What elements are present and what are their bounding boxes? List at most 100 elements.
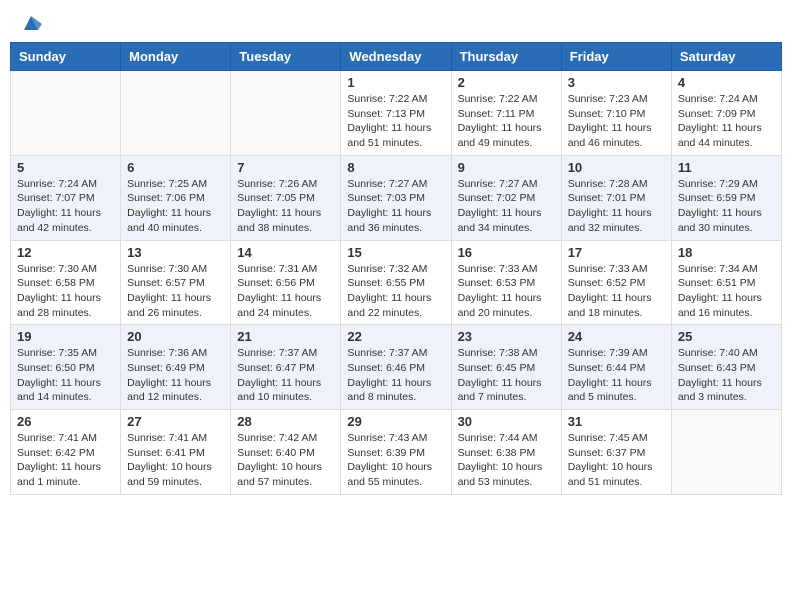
day-number: 12 bbox=[17, 245, 114, 260]
day-info: Sunrise: 7:40 AM Sunset: 6:43 PM Dayligh… bbox=[678, 346, 775, 405]
day-number: 10 bbox=[568, 160, 665, 175]
day-number: 15 bbox=[347, 245, 444, 260]
day-header-monday: Monday bbox=[121, 43, 231, 71]
day-info: Sunrise: 7:28 AM Sunset: 7:01 PM Dayligh… bbox=[568, 177, 665, 236]
day-number: 30 bbox=[458, 414, 555, 429]
calendar-cell bbox=[11, 71, 121, 156]
day-number: 28 bbox=[237, 414, 334, 429]
calendar-header-row: SundayMondayTuesdayWednesdayThursdayFrid… bbox=[11, 43, 782, 71]
calendar-cell bbox=[231, 71, 341, 156]
day-number: 25 bbox=[678, 329, 775, 344]
calendar-cell: 19 Sunrise: 7:35 AM Sunset: 6:50 PM Dayli… bbox=[11, 325, 121, 410]
day-header-tuesday: Tuesday bbox=[231, 43, 341, 71]
day-info: Sunrise: 7:24 AM Sunset: 7:07 PM Dayligh… bbox=[17, 177, 114, 236]
day-number: 6 bbox=[127, 160, 224, 175]
calendar-cell: 23 Sunrise: 7:38 AM Sunset: 6:45 PM Dayli… bbox=[451, 325, 561, 410]
day-number: 7 bbox=[237, 160, 334, 175]
calendar-cell bbox=[671, 410, 781, 495]
day-info: Sunrise: 7:44 AM Sunset: 6:38 PM Dayligh… bbox=[458, 431, 555, 490]
day-header-thursday: Thursday bbox=[451, 43, 561, 71]
day-info: Sunrise: 7:41 AM Sunset: 6:41 PM Dayligh… bbox=[127, 431, 224, 490]
day-info: Sunrise: 7:35 AM Sunset: 6:50 PM Dayligh… bbox=[17, 346, 114, 405]
day-info: Sunrise: 7:37 AM Sunset: 6:47 PM Dayligh… bbox=[237, 346, 334, 405]
calendar-cell: 27 Sunrise: 7:41 AM Sunset: 6:41 PM Dayli… bbox=[121, 410, 231, 495]
day-number: 22 bbox=[347, 329, 444, 344]
day-info: Sunrise: 7:31 AM Sunset: 6:56 PM Dayligh… bbox=[237, 262, 334, 321]
calendar-cell: 28 Sunrise: 7:42 AM Sunset: 6:40 PM Dayli… bbox=[231, 410, 341, 495]
calendar-week-row: 19 Sunrise: 7:35 AM Sunset: 6:50 PM Dayli… bbox=[11, 325, 782, 410]
day-info: Sunrise: 7:45 AM Sunset: 6:37 PM Dayligh… bbox=[568, 431, 665, 490]
day-number: 18 bbox=[678, 245, 775, 260]
calendar-cell: 25 Sunrise: 7:40 AM Sunset: 6:43 PM Dayli… bbox=[671, 325, 781, 410]
logo-icon bbox=[20, 12, 42, 34]
calendar-table: SundayMondayTuesdayWednesdayThursdayFrid… bbox=[10, 42, 782, 495]
calendar-week-row: 5 Sunrise: 7:24 AM Sunset: 7:07 PM Daylig… bbox=[11, 155, 782, 240]
day-number: 14 bbox=[237, 245, 334, 260]
day-number: 5 bbox=[17, 160, 114, 175]
day-info: Sunrise: 7:37 AM Sunset: 6:46 PM Dayligh… bbox=[347, 346, 444, 405]
day-info: Sunrise: 7:38 AM Sunset: 6:45 PM Dayligh… bbox=[458, 346, 555, 405]
calendar-week-row: 1 Sunrise: 7:22 AM Sunset: 7:13 PM Daylig… bbox=[11, 71, 782, 156]
calendar-cell: 11 Sunrise: 7:29 AM Sunset: 6:59 PM Dayli… bbox=[671, 155, 781, 240]
day-number: 23 bbox=[458, 329, 555, 344]
day-info: Sunrise: 7:42 AM Sunset: 6:40 PM Dayligh… bbox=[237, 431, 334, 490]
day-info: Sunrise: 7:30 AM Sunset: 6:57 PM Dayligh… bbox=[127, 262, 224, 321]
calendar-cell: 29 Sunrise: 7:43 AM Sunset: 6:39 PM Dayli… bbox=[341, 410, 451, 495]
day-number: 8 bbox=[347, 160, 444, 175]
day-info: Sunrise: 7:29 AM Sunset: 6:59 PM Dayligh… bbox=[678, 177, 775, 236]
day-number: 20 bbox=[127, 329, 224, 344]
day-number: 17 bbox=[568, 245, 665, 260]
calendar-cell: 13Sunrise: 7:30 AM Sunset: 6:57 PM Dayli… bbox=[121, 240, 231, 325]
day-number: 11 bbox=[678, 160, 775, 175]
day-header-sunday: Sunday bbox=[11, 43, 121, 71]
calendar-cell: 3 Sunrise: 7:23 AM Sunset: 7:10 PM Daylig… bbox=[561, 71, 671, 156]
day-info: Sunrise: 7:23 AM Sunset: 7:10 PM Dayligh… bbox=[568, 92, 665, 151]
calendar-cell: 31Sunrise: 7:45 AM Sunset: 6:37 PM Dayli… bbox=[561, 410, 671, 495]
calendar-cell: 24 Sunrise: 7:39 AM Sunset: 6:44 PM Dayli… bbox=[561, 325, 671, 410]
day-info: Sunrise: 7:26 AM Sunset: 7:05 PM Dayligh… bbox=[237, 177, 334, 236]
calendar-cell: 8 Sunrise: 7:27 AM Sunset: 7:03 PM Daylig… bbox=[341, 155, 451, 240]
day-number: 27 bbox=[127, 414, 224, 429]
calendar-cell: 10 Sunrise: 7:28 AM Sunset: 7:01 PM Dayli… bbox=[561, 155, 671, 240]
day-number: 3 bbox=[568, 75, 665, 90]
day-number: 19 bbox=[17, 329, 114, 344]
calendar-cell: 9Sunrise: 7:27 AM Sunset: 7:02 PM Daylig… bbox=[451, 155, 561, 240]
day-number: 1 bbox=[347, 75, 444, 90]
day-info: Sunrise: 7:41 AM Sunset: 6:42 PM Dayligh… bbox=[17, 431, 114, 490]
calendar-cell: 2Sunrise: 7:22 AM Sunset: 7:11 PM Daylig… bbox=[451, 71, 561, 156]
calendar-cell: 1 Sunrise: 7:22 AM Sunset: 7:13 PM Daylig… bbox=[341, 71, 451, 156]
page-header bbox=[10, 10, 782, 34]
calendar-cell: 22 Sunrise: 7:37 AM Sunset: 6:46 PM Dayli… bbox=[341, 325, 451, 410]
day-info: Sunrise: 7:33 AM Sunset: 6:52 PM Dayligh… bbox=[568, 262, 665, 321]
day-number: 16 bbox=[458, 245, 555, 260]
day-number: 24 bbox=[568, 329, 665, 344]
day-info: Sunrise: 7:39 AM Sunset: 6:44 PM Dayligh… bbox=[568, 346, 665, 405]
calendar-week-row: 26 Sunrise: 7:41 AM Sunset: 6:42 PM Dayli… bbox=[11, 410, 782, 495]
day-number: 21 bbox=[237, 329, 334, 344]
calendar-cell: 4Sunrise: 7:24 AM Sunset: 7:09 PM Daylig… bbox=[671, 71, 781, 156]
calendar-cell: 30 Sunrise: 7:44 AM Sunset: 6:38 PM Dayli… bbox=[451, 410, 561, 495]
calendar-cell: 17 Sunrise: 7:33 AM Sunset: 6:52 PM Dayli… bbox=[561, 240, 671, 325]
day-header-wednesday: Wednesday bbox=[341, 43, 451, 71]
logo bbox=[18, 14, 42, 30]
calendar-cell: 20Sunrise: 7:36 AM Sunset: 6:49 PM Dayli… bbox=[121, 325, 231, 410]
day-number: 26 bbox=[17, 414, 114, 429]
calendar-cell: 18 Sunrise: 7:34 AM Sunset: 6:51 PM Dayli… bbox=[671, 240, 781, 325]
day-info: Sunrise: 7:22 AM Sunset: 7:13 PM Dayligh… bbox=[347, 92, 444, 151]
calendar-cell: 5 Sunrise: 7:24 AM Sunset: 7:07 PM Daylig… bbox=[11, 155, 121, 240]
calendar-cell: 15 Sunrise: 7:32 AM Sunset: 6:55 PM Dayli… bbox=[341, 240, 451, 325]
day-info: Sunrise: 7:43 AM Sunset: 6:39 PM Dayligh… bbox=[347, 431, 444, 490]
day-number: 29 bbox=[347, 414, 444, 429]
day-info: Sunrise: 7:30 AM Sunset: 6:58 PM Dayligh… bbox=[17, 262, 114, 321]
day-number: 2 bbox=[458, 75, 555, 90]
day-info: Sunrise: 7:24 AM Sunset: 7:09 PM Dayligh… bbox=[678, 92, 775, 151]
day-info: Sunrise: 7:32 AM Sunset: 6:55 PM Dayligh… bbox=[347, 262, 444, 321]
calendar-cell: 26 Sunrise: 7:41 AM Sunset: 6:42 PM Dayli… bbox=[11, 410, 121, 495]
calendar-cell bbox=[121, 71, 231, 156]
calendar-cell: 7 Sunrise: 7:26 AM Sunset: 7:05 PM Daylig… bbox=[231, 155, 341, 240]
day-info: Sunrise: 7:27 AM Sunset: 7:03 PM Dayligh… bbox=[347, 177, 444, 236]
day-info: Sunrise: 7:33 AM Sunset: 6:53 PM Dayligh… bbox=[458, 262, 555, 321]
day-info: Sunrise: 7:34 AM Sunset: 6:51 PM Dayligh… bbox=[678, 262, 775, 321]
calendar-cell: 16 Sunrise: 7:33 AM Sunset: 6:53 PM Dayli… bbox=[451, 240, 561, 325]
calendar-cell: 21 Sunrise: 7:37 AM Sunset: 6:47 PM Dayli… bbox=[231, 325, 341, 410]
